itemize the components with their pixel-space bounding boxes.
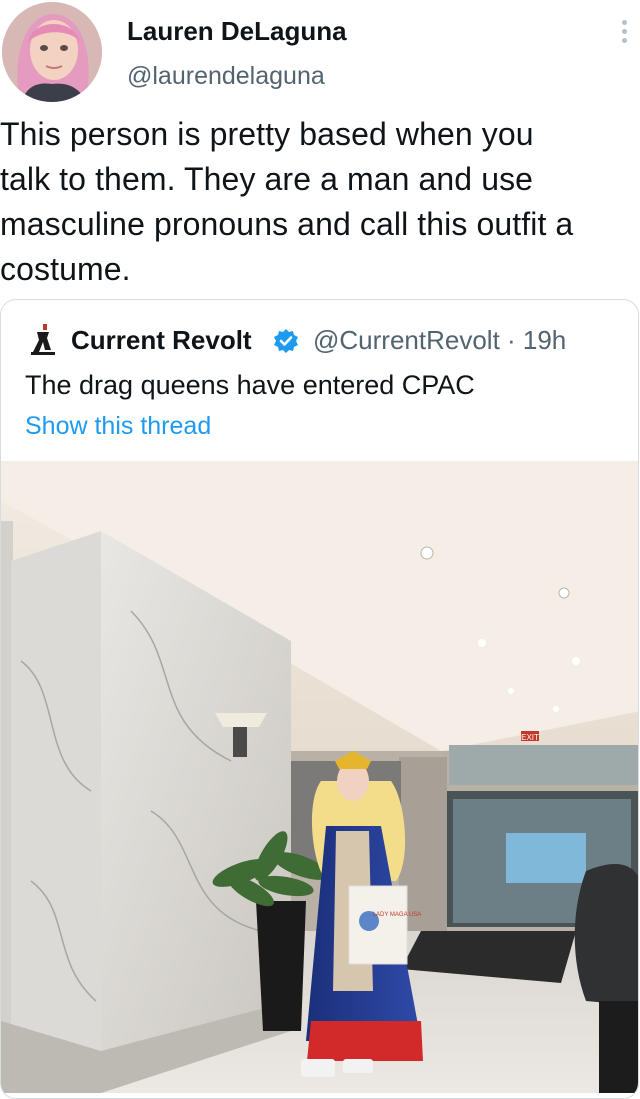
quoted-author-name[interactable]: Current Revolt [71,325,252,356]
author-avatar[interactable] [2,2,102,102]
author-name[interactable]: Lauren DeLaguna [127,16,347,47]
show-thread-link[interactable]: Show this thread [25,412,211,441]
exit-sign-text: EXIT [521,733,539,742]
more-options-icon[interactable] [617,20,631,50]
tweet-line: masculine pronouns and call this outfit … [0,206,574,242]
tweet-line: costume. [0,251,131,287]
quoted-text: The drag queens have entered CPAC [25,370,475,400]
quoted-photo[interactable]: EXIT LADY MAGA USA [1,461,639,1093]
verified-badge-icon [274,329,298,353]
author-handle[interactable]: @laurendelaguna [127,62,325,91]
profile-photo-icon [2,2,102,102]
quoted-tweet[interactable]: Current Revolt @CurrentRevolt · 19h The … [0,299,639,1099]
tweet-line: This person is pretty based when you [0,116,534,152]
current-revolt-logo-icon [31,324,55,355]
tweet-text: This person is pretty based when you tal… [0,112,640,292]
bag-text: LADY MAGA USA [373,912,422,918]
quoted-handle-time[interactable]: @CurrentRevolt · 19h [313,325,566,356]
tweet-line: talk to them. They are a man and use [0,161,534,197]
